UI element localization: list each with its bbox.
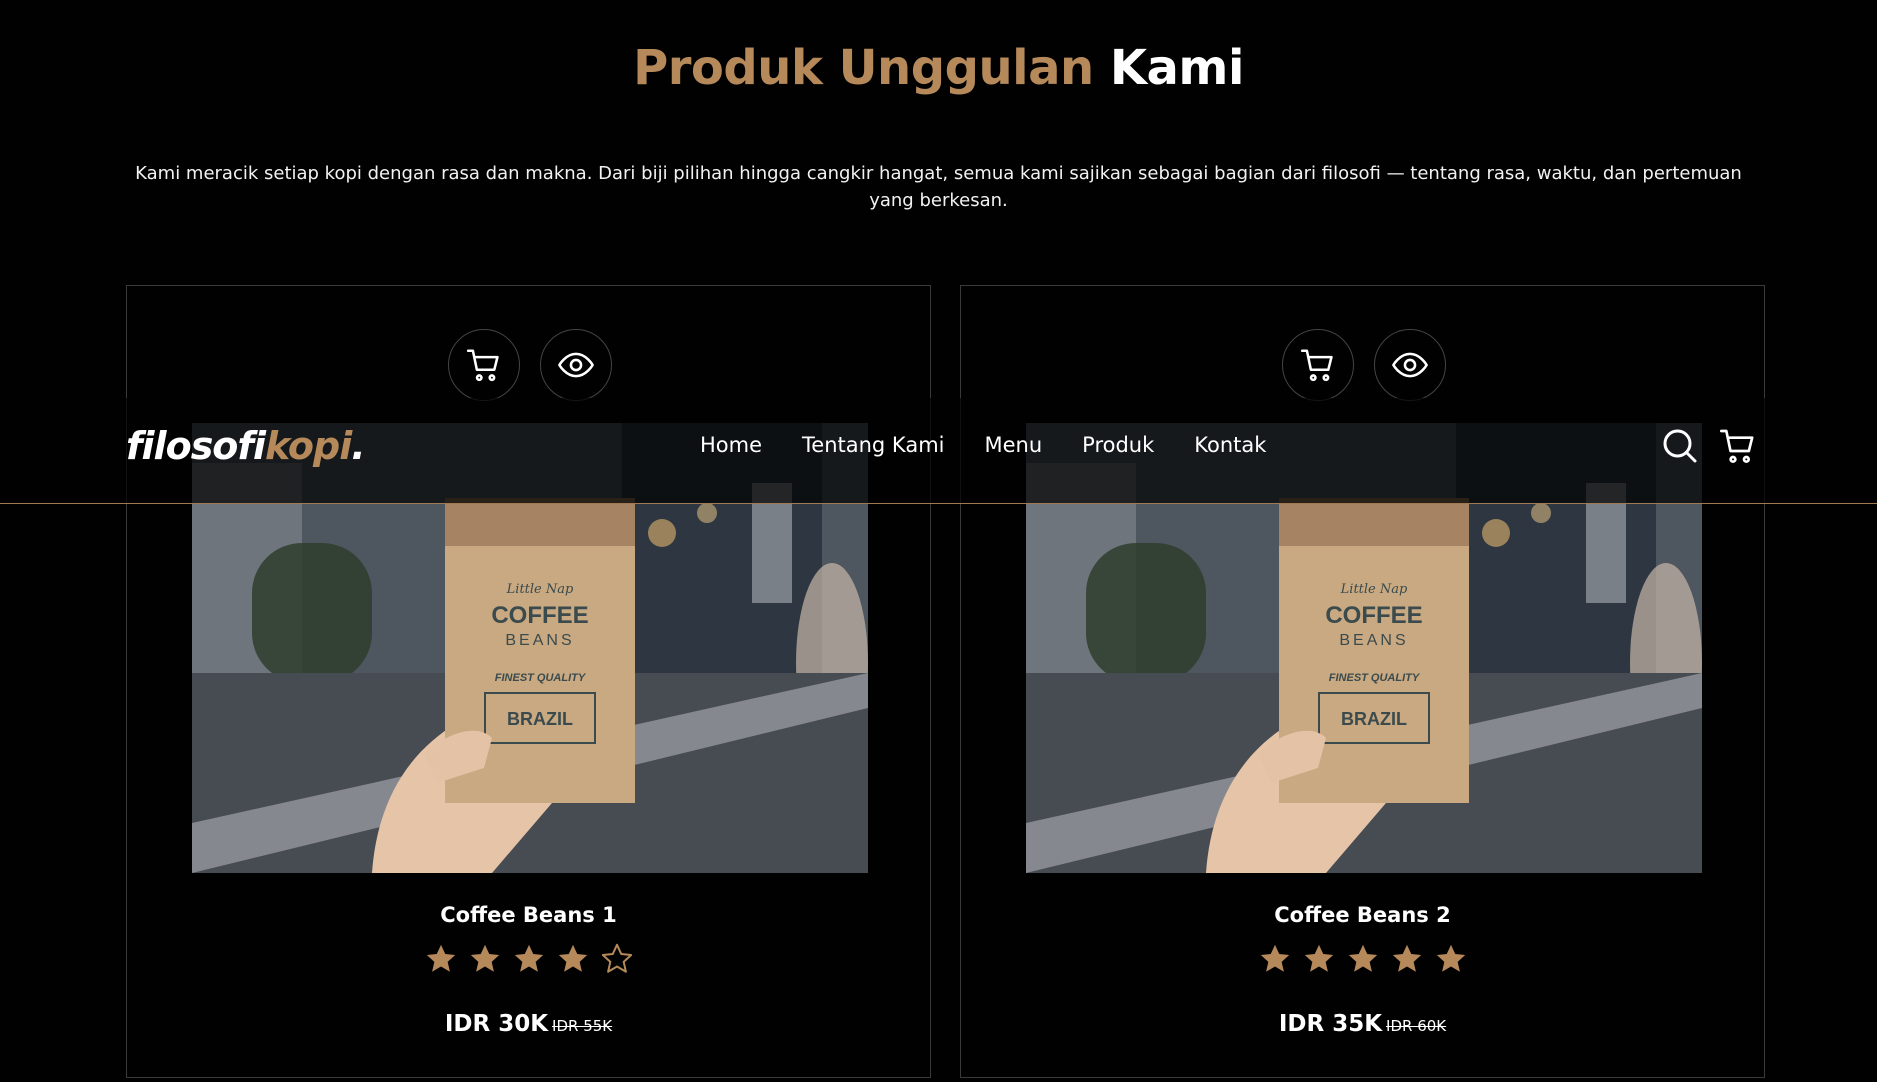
nav-link-tentang-kami[interactable]: Tentang Kami	[802, 433, 944, 457]
price-current: IDR 30K	[444, 1011, 549, 1037]
star-filled-icon	[514, 944, 543, 972]
rating-stars	[127, 942, 930, 976]
section-title-rest: Kami	[1109, 40, 1245, 96]
product-price: IDR 30K IDR 55K	[127, 1011, 930, 1037]
star-filled-icon	[1304, 944, 1333, 972]
nav-link-home[interactable]: Home	[700, 433, 762, 457]
bag-brand-text: Little Nap	[506, 582, 574, 597]
product-price: IDR 35K IDR 60K	[961, 1011, 1764, 1037]
nav-link-kontak[interactable]: Kontak	[1194, 433, 1266, 457]
cart-icon	[1300, 349, 1333, 382]
view-detail-button[interactable]	[1374, 329, 1446, 401]
logo[interactable]: filosofikopi.	[126, 424, 366, 468]
logo-dot: .	[351, 424, 365, 468]
logo-main: filosofi	[126, 424, 266, 468]
section-subtitle: Kami meracik setiap kopi dengan rasa dan…	[135, 163, 1742, 211]
bag-origin-text: BRAZIL	[507, 709, 573, 729]
eye-icon	[1392, 352, 1428, 378]
bag-line2-text: BEANS	[505, 632, 574, 649]
product-name: Coffee Beans 2	[1274, 903, 1451, 927]
star-filled-icon	[1392, 944, 1421, 972]
search-icon	[1663, 429, 1697, 463]
add-to-cart-button[interactable]	[448, 329, 520, 401]
cart-icon	[466, 349, 499, 382]
star-filled-icon	[470, 944, 499, 972]
nav-link-menu[interactable]: Menu	[984, 433, 1042, 457]
star-filled-icon	[426, 944, 455, 972]
nav-links: Home Tentang Kami Menu Produk Kontak	[700, 433, 1266, 457]
bag-line2-text: BEANS	[1339, 632, 1408, 649]
nav-cart-button[interactable]	[1718, 426, 1758, 466]
star-filled-icon	[1348, 944, 1377, 972]
price-current: IDR 35K	[1278, 1011, 1383, 1037]
bag-quality-text: FINEST QUALITY	[1329, 672, 1421, 684]
add-to-cart-button[interactable]	[1282, 329, 1354, 401]
bag-line1-text: COFFEE	[491, 602, 588, 629]
rating-stars	[961, 942, 1764, 976]
star-filled-icon	[558, 944, 587, 972]
star-empty-icon	[601, 943, 632, 973]
star-filled-icon	[1260, 944, 1289, 972]
nav-link-produk[interactable]: Produk	[1082, 433, 1154, 457]
star-filled-icon	[1436, 944, 1465, 972]
eye-icon	[558, 352, 594, 378]
bag-brand-text: Little Nap	[1340, 582, 1408, 597]
section-title-accent: Produk Unggulan	[633, 40, 1094, 96]
logo-accent: kopi	[264, 424, 352, 468]
view-detail-button[interactable]	[540, 329, 612, 401]
section-title: Produk Unggulan Kami	[0, 40, 1877, 96]
search-button[interactable]	[1660, 426, 1700, 466]
bag-quality-text: FINEST QUALITY	[495, 672, 587, 684]
bag-origin-text: BRAZIL	[1341, 709, 1407, 729]
price-old: IDR 55K	[552, 1017, 613, 1035]
bag-line1-text: COFFEE	[1325, 602, 1422, 629]
navbar: filosofikopi. Home Tentang Kami Menu Pro…	[0, 398, 1877, 504]
cart-icon	[1720, 429, 1754, 464]
product-name: Coffee Beans 1	[440, 903, 617, 927]
price-old: IDR 60K	[1386, 1017, 1447, 1035]
